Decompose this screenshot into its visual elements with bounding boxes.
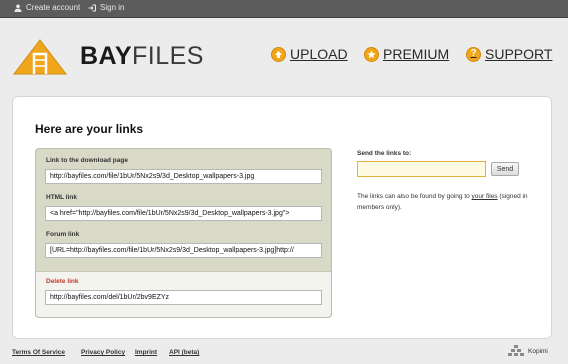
kopimi-pyramid-icon [508, 345, 524, 356]
star-icon [364, 46, 379, 62]
main-panel: Here are your links Link to the download… [12, 96, 552, 339]
question-icon: ? [466, 46, 481, 62]
sign-in-link[interactable]: Sign in [88, 3, 124, 12]
user-icon [14, 4, 22, 12]
upload-icon [271, 46, 286, 62]
create-account-label: Create account [26, 3, 81, 12]
note-text-before: The links can also be found by going to [357, 193, 472, 200]
delete-link-field[interactable]: http://bayfiles.com/del/1bUr/2bv9EZYz [45, 290, 322, 305]
sign-in-icon [88, 4, 96, 11]
your-files-link[interactable]: your files [472, 193, 498, 200]
forum-link-label: Forum link [46, 231, 80, 238]
nav-upload-label: UPLOAD [290, 46, 348, 62]
bayfiles-logo[interactable] [12, 38, 68, 76]
send-email-input[interactable] [357, 161, 486, 177]
footer-imprint-link[interactable]: Imprint [135, 349, 157, 356]
footer-terms-link[interactable]: Terms Of Service [12, 349, 65, 356]
kopimi-link[interactable]: Kopimi [508, 345, 548, 357]
logo-wordmark: BAYFILES [80, 40, 204, 72]
download-link-field[interactable]: http://bayfiles.com/file/1bUr/5Nx2s9/3d_… [45, 169, 322, 184]
top-bar: Create account Sign in [0, 0, 568, 18]
nav-premium[interactable]: PREMIUM [364, 46, 449, 62]
delete-link-label: Delete link [46, 278, 79, 285]
page-title: Here are your links [35, 122, 144, 136]
sign-in-label: Sign in [100, 3, 125, 12]
nav-support[interactable]: ? SUPPORT [466, 46, 552, 62]
html-link-label: HTML link [46, 194, 77, 201]
send-button[interactable]: Send [491, 162, 519, 176]
logo-triangle-icon [12, 39, 68, 75]
nav-support-label: SUPPORT [485, 46, 553, 62]
download-link-label: Link to the download page [46, 157, 128, 164]
nav-upload[interactable]: UPLOAD [271, 46, 348, 62]
nav-premium-label: PREMIUM [383, 46, 450, 62]
send-links-label: Send the links to: [357, 150, 412, 157]
footer-privacy-link[interactable]: Privacy Policy [81, 349, 125, 356]
create-account-link[interactable]: Create account [14, 3, 80, 12]
logo-files-text: FILES [132, 42, 204, 70]
logo-bay-text: BAY [80, 42, 132, 70]
forum-link-field[interactable]: [URL=http://bayfiles.com/file/1bUr/5Nx2s… [45, 243, 322, 258]
links-box: Link to the download page http://bayfile… [35, 148, 332, 318]
footer-api-link[interactable]: API (beta) [169, 349, 199, 356]
html-link-field[interactable]: <a href="http://bayfiles.com/file/1bUr/5… [45, 206, 322, 221]
kopimi-label: Kopimi [528, 347, 548, 355]
files-note: The links can also be found by going to … [357, 191, 547, 213]
